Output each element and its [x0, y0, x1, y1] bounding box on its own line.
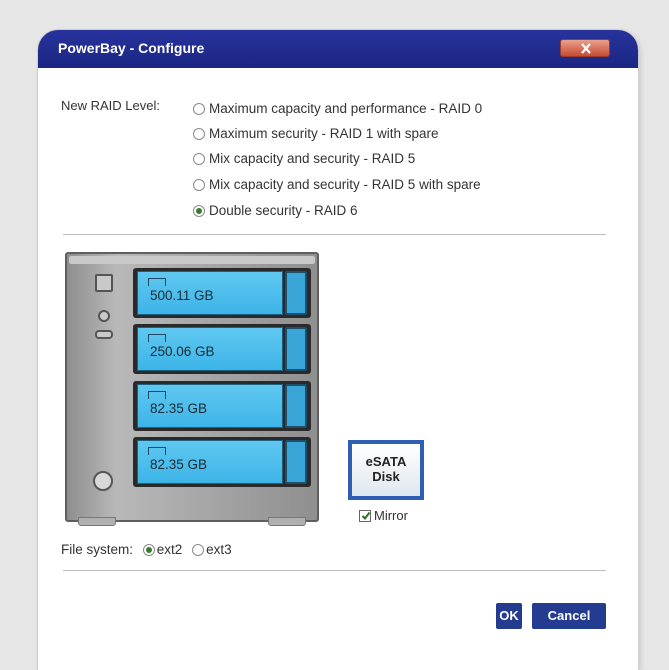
radio-icon[interactable] — [193, 153, 205, 165]
divider — [63, 570, 606, 571]
enclosure-foot — [268, 517, 306, 526]
raid-option-raid5[interactable]: Mix capacity and security - RAID 5 — [193, 149, 415, 169]
drive-handle — [285, 271, 307, 315]
divider — [63, 234, 606, 235]
radio-icon[interactable] — [193, 103, 205, 115]
raid-option-raid6[interactable]: Double security - RAID 6 — [193, 201, 358, 221]
enclosure-led-icon — [98, 310, 110, 322]
raid-option-raid1[interactable]: Maximum security - RAID 1 with spare — [193, 124, 439, 144]
drive-slot-icon — [148, 278, 166, 286]
drive-handle — [285, 384, 307, 428]
drive-handle — [285, 440, 307, 484]
radio-selected-icon[interactable] — [193, 205, 205, 217]
ok-button[interactable]: OK — [496, 603, 522, 629]
drive-size: 250.06 GB — [150, 344, 215, 359]
radio-icon[interactable] — [193, 179, 205, 191]
cancel-button[interactable]: Cancel — [532, 603, 606, 629]
power-button-icon — [93, 471, 113, 491]
close-icon — [581, 43, 591, 54]
enclosure-square-button-icon — [95, 274, 113, 292]
radio-icon[interactable] — [193, 128, 205, 140]
raid-option-raid0[interactable]: Maximum capacity and performance - RAID … — [193, 99, 482, 119]
close-button[interactable] — [560, 39, 610, 57]
configure-dialog: PowerBay - Configure New RAID Level: Max… — [38, 30, 638, 670]
drive-handle — [285, 327, 307, 371]
mirror-option[interactable]: Mirror — [359, 508, 408, 523]
file-system-label: File system: — [61, 542, 134, 557]
drive-size: 82.35 GB — [150, 401, 208, 416]
drive-slot-icon — [148, 334, 166, 342]
drive-slot-icon — [148, 447, 166, 455]
radio-icon[interactable] — [192, 544, 205, 556]
drive-size: 500.11 GB — [150, 288, 214, 303]
mirror-checkbox[interactable] — [359, 510, 371, 522]
drive-bay-1[interactable]: 500.11 GB — [133, 268, 311, 318]
raid-level-label: New RAID Level: — [61, 98, 160, 113]
fs-option-ext3[interactable]: ext3 — [186, 542, 232, 557]
window-title: PowerBay - Configure — [58, 40, 205, 56]
title-bar[interactable]: PowerBay - Configure — [38, 30, 638, 68]
esata-label-line1: eSATA — [365, 454, 407, 469]
raid-option-raid5-spare[interactable]: Mix capacity and security - RAID 5 with … — [193, 175, 481, 195]
mirror-label: Mirror — [374, 508, 408, 523]
radio-selected-icon[interactable] — [142, 544, 155, 556]
checkmark-icon — [361, 511, 371, 521]
file-system-row: File system: ext2 ext3 — [61, 542, 232, 557]
drive-bay-2[interactable]: 250.06 GB — [133, 324, 311, 374]
fs-option-ext2[interactable]: ext2 — [137, 542, 182, 557]
drive-bay-4[interactable]: 82.35 GB — [133, 437, 311, 487]
drive-slot-icon — [148, 391, 166, 399]
drive-bay-3[interactable]: 82.35 GB — [133, 381, 311, 431]
esata-disk[interactable]: eSATA Disk — [348, 440, 424, 500]
enclosure-foot — [78, 517, 116, 526]
esata-label-line2: Disk — [372, 469, 400, 484]
drive-size: 82.35 GB — [150, 457, 208, 472]
enclosure-slot-icon — [95, 330, 113, 339]
